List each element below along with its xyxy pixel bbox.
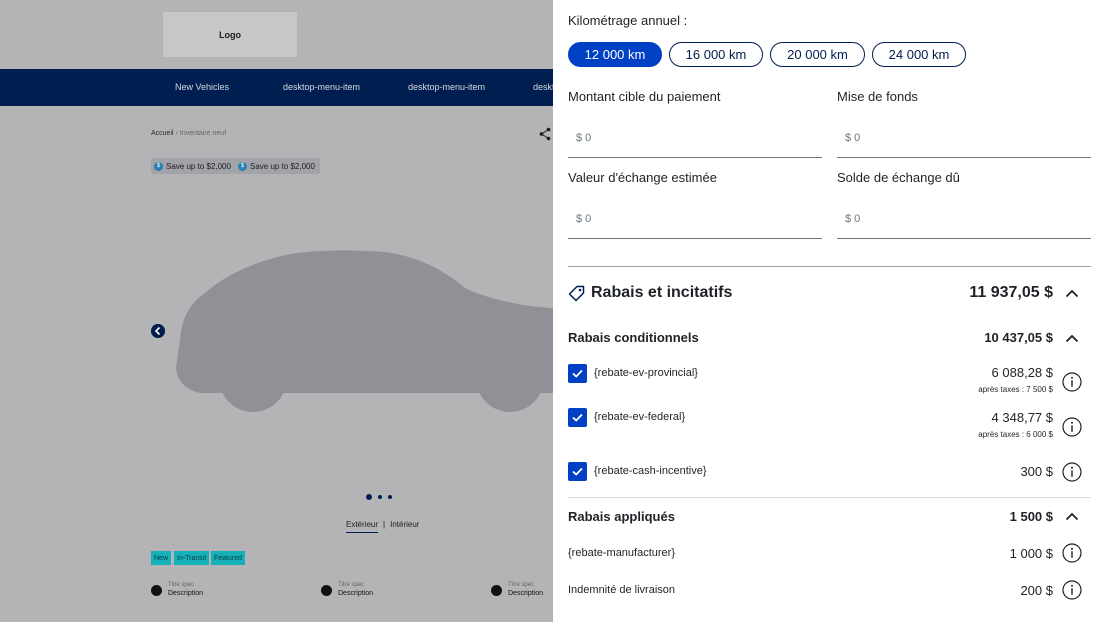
check-circle-icon — [491, 585, 502, 596]
site-logo[interactable]: Logo — [163, 12, 297, 57]
save-badge-label: Save up to $2,000 — [250, 161, 315, 171]
spec-title: Titre spec — [508, 582, 535, 588]
share-icon[interactable] — [539, 127, 551, 141]
down-payment-label: Mise de fonds — [837, 89, 918, 104]
gallery-dot[interactable] — [378, 495, 382, 499]
info-icon[interactable] — [1062, 580, 1082, 600]
collapse-rebates-chevron-up-icon[interactable] — [1065, 289, 1079, 298]
rebate-cash-incentive-name: {rebate-cash-incentive} — [594, 465, 707, 477]
dollar-icon: $ — [154, 161, 163, 171]
tag-in-transit: In-Transit — [174, 551, 210, 565]
check-circle-icon — [151, 585, 162, 596]
rebate-cash-incentive-amount: 300 $ — [1020, 464, 1053, 479]
gallery-dot[interactable] — [366, 494, 372, 500]
trade-in-balance-field: Solde de échange dû $ 0 — [837, 170, 1091, 239]
spec-title: Titre spec — [338, 582, 365, 588]
save-badge: $ Save up to $2,000 — [235, 158, 320, 174]
collapse-applied-chevron-up-icon[interactable] — [1065, 512, 1079, 521]
nav-item-menu-3[interactable]: desktop-menu-item — [533, 82, 553, 92]
trade-in-balance-label: Solde de échange dû — [837, 170, 960, 185]
tag-featured: Featured — [211, 551, 246, 565]
annual-mileage-label: Kilométrage annuel : — [568, 13, 688, 28]
car-silhouette-image — [176, 250, 553, 412]
km-option-16000[interactable]: 16 000 km — [669, 42, 763, 67]
breadcrumb-home[interactable]: Accueil — [151, 130, 174, 137]
breadcrumb-separator: › — [175, 130, 178, 137]
tab-exterior[interactable]: Extérieur — [346, 520, 379, 533]
target-payment-field: Montant cible du paiement $ 0 — [568, 89, 822, 158]
breadcrumb-current: Inventaire neuf — [179, 130, 227, 137]
conditional-rebates-title: Rabais conditionnels — [568, 330, 699, 345]
view-tabs: Extérieur | Intérieur — [346, 520, 419, 533]
rebates-section-title: Rabais et incitatifs — [591, 284, 733, 301]
nav-item-menu-2[interactable]: desktop-menu-item — [408, 82, 485, 92]
info-icon[interactable] — [1062, 417, 1082, 437]
gallery-pagination — [366, 494, 392, 500]
rebate-ev-provincial-name: {rebate-ev-provincial} — [594, 367, 698, 379]
target-payment-label: Montant cible du paiement — [568, 89, 721, 104]
spec-item: Titre spec Description — [151, 582, 203, 597]
trade-in-balance-input[interactable]: $ 0 — [837, 197, 1091, 239]
save-badge: $ Save up to $2,000 — [151, 158, 236, 174]
nav-item-new-vehicles[interactable]: New Vehicles — [175, 82, 229, 92]
price-tag-icon — [568, 285, 585, 302]
tab-interior[interactable]: Intérieur — [390, 520, 419, 533]
trade-in-value-label: Valeur d'échange estimée — [568, 170, 717, 185]
rebate-ev-provincial-after-tax: après taxes : 7 500 $ — [978, 385, 1053, 394]
check-circle-icon — [321, 585, 332, 596]
delivery-allowance-amount: 200 $ — [1020, 583, 1053, 598]
delivery-allowance-name: Indemnité de livraison — [568, 584, 676, 596]
rebate-ev-provincial-amount: 6 088,28 $ — [991, 365, 1053, 380]
km-option-20000[interactable]: 20 000 km — [770, 42, 865, 67]
info-icon[interactable] — [1062, 543, 1082, 563]
rebate-ev-provincial-checkbox[interactable] — [568, 364, 587, 383]
info-icon[interactable] — [1062, 372, 1082, 392]
rebate-cash-incentive-checkbox[interactable] — [568, 462, 587, 481]
checkmark-icon — [572, 467, 583, 476]
section-divider — [568, 266, 1091, 267]
rebate-ev-federal-checkbox[interactable] — [568, 408, 587, 427]
save-badge-label: Save up to $2,000 — [166, 161, 231, 171]
payment-calculator-panel: Kilométrage annuel : 12 000 km 16 000 km… — [553, 0, 1106, 622]
checkmark-icon — [572, 413, 583, 422]
rebate-manufacturer-name: {rebate-manufacturer} — [568, 547, 676, 559]
trade-in-value-input[interactable]: $ 0 — [568, 197, 822, 239]
spec-description: Description — [168, 590, 204, 597]
gallery-dot[interactable] — [388, 495, 392, 499]
main-navbar: New Vehicles desktop-menu-item desktop-m… — [0, 69, 553, 106]
km-option-24000[interactable]: 24 000 km — [872, 42, 966, 67]
conditional-rebates-total: 10 437,05 $ — [984, 330, 1053, 345]
rebate-ev-federal-amount: 4 348,77 $ — [991, 410, 1053, 425]
rebates-total-amount: 11 937,05 $ — [969, 284, 1053, 301]
nav-item-menu-1[interactable]: desktop-menu-item — [283, 82, 360, 92]
breadcrumb: Accueil › Inventaire neuf — [151, 130, 226, 137]
section-divider — [568, 497, 1091, 498]
km-option-12000[interactable]: 12 000 km — [568, 42, 662, 67]
info-icon[interactable] — [1062, 462, 1082, 482]
target-payment-input[interactable]: $ 0 — [568, 116, 822, 158]
rebate-ev-federal-after-tax: après taxes : 6 000 $ — [978, 430, 1053, 439]
tag-new: New — [151, 551, 172, 565]
rebate-ev-federal-name: {rebate-ev-federal} — [594, 411, 686, 423]
applied-rebates-total: 1 500 $ — [1009, 509, 1053, 524]
dollar-icon: $ — [238, 161, 247, 171]
spec-item: Titre spec Description — [491, 582, 543, 597]
spec-description: Description — [338, 590, 374, 597]
view-tabs-separator: | — [383, 520, 386, 529]
applied-rebates-title: Rabais appliqués — [568, 509, 675, 524]
checkmark-icon — [572, 369, 583, 378]
spec-item: Titre spec Description — [321, 582, 373, 597]
down-payment-input[interactable]: $ 0 — [837, 116, 1091, 158]
rebate-manufacturer-amount: 1 000 $ — [1009, 546, 1053, 561]
trade-in-value-field: Valeur d'échange estimée $ 0 — [568, 170, 822, 239]
spec-title: Titre spec — [168, 582, 195, 588]
spec-description: Description — [508, 590, 544, 597]
background-page: Logo New Vehicles desktop-menu-item desk… — [0, 0, 553, 622]
gallery-prev-arrow-icon[interactable] — [151, 324, 165, 338]
down-payment-field: Mise de fonds $ 0 — [837, 89, 1091, 158]
collapse-conditional-chevron-up-icon[interactable] — [1065, 334, 1079, 343]
